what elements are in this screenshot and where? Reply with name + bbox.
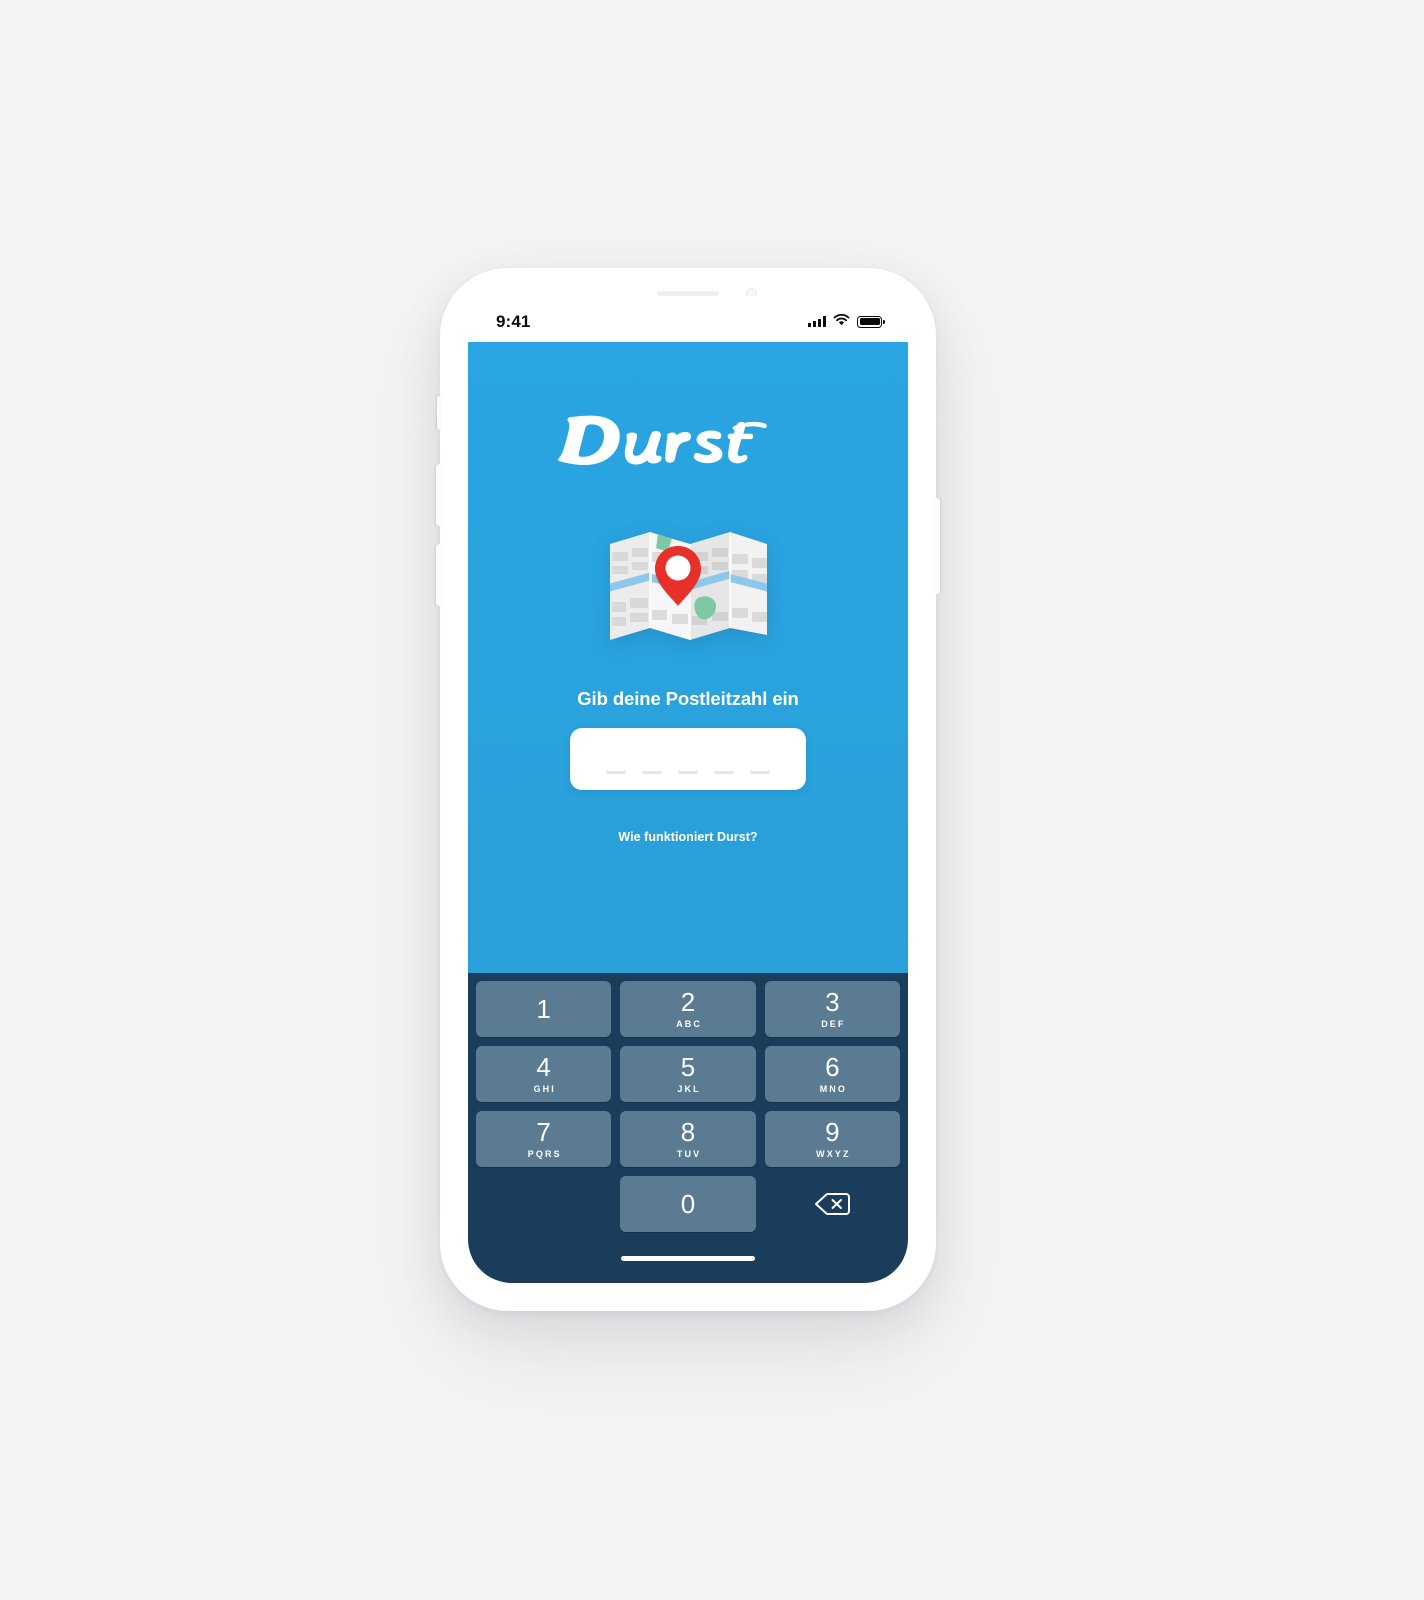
durst-logo: [558, 415, 768, 466]
key-1-digit: 1: [536, 994, 551, 1024]
key-2-letters: ABC: [676, 1019, 702, 1029]
home-indicator-area: [472, 1241, 904, 1275]
key-8-letters: TUV: [676, 1149, 702, 1159]
key-3-letters: DEF: [821, 1019, 846, 1029]
keypad-blank-cell: [476, 1176, 611, 1232]
key-3[interactable]: 3 DEF: [764, 981, 900, 1037]
key-9-letters: WXYZ: [816, 1149, 851, 1159]
key-0-digit: 0: [680, 1189, 696, 1219]
home-indicator[interactable]: [621, 1255, 755, 1261]
zip-slot-1: [606, 771, 626, 774]
key-4-letters: GHI: [533, 1084, 556, 1094]
zip-slot-2: [642, 771, 662, 774]
power-button[interactable]: [935, 498, 940, 594]
key-7[interactable]: 7 PQRS: [476, 1111, 612, 1167]
wifi-icon: [833, 313, 850, 331]
key-7-digit: 7: [536, 1117, 551, 1147]
key-5[interactable]: 5 JKL: [620, 1046, 756, 1102]
volume-down-button[interactable]: [436, 544, 441, 606]
map-location-illustration-icon: [609, 532, 767, 640]
battery-icon: [857, 315, 885, 328]
numeric-keypad: 1 2 ABC 3 DEF 4 GHI 5 JKL 6 MNO 7 PQRS 8…: [468, 973, 908, 1283]
key-1[interactable]: 1: [476, 981, 612, 1037]
key-9[interactable]: 9 WXYZ: [764, 1111, 900, 1167]
key-3-digit: 3: [825, 987, 840, 1017]
keypad-row-1: 1 2 ABC 3 DEF: [472, 981, 904, 1037]
key-6[interactable]: 6 MNO: [764, 1046, 900, 1102]
zip-slot-3: [678, 771, 698, 774]
key-5-letters: JKL: [677, 1084, 701, 1094]
key-0[interactable]: 0: [620, 1176, 756, 1232]
status-bar: 9:41: [468, 296, 908, 342]
zip-slot-5: [750, 771, 770, 774]
key-7-letters: PQRS: [527, 1149, 562, 1159]
silent-switch-button[interactable]: [437, 396, 441, 430]
app-content-area: Gib deine Postleitzahl ein Wie funktioni…: [468, 342, 908, 973]
backspace-delete-icon[interactable]: [765, 1176, 900, 1232]
volume-up-button[interactable]: [436, 464, 441, 526]
key-2-digit: 2: [680, 987, 696, 1017]
zip-prompt-label: Gib deine Postleitzahl ein: [577, 688, 799, 709]
status-bar-icons: [808, 308, 885, 331]
keypad-row-2: 4 GHI 5 JKL 6 MNO: [472, 1046, 904, 1102]
zip-slot-4: [714, 771, 734, 774]
key-2[interactable]: 2 ABC: [620, 981, 756, 1037]
phone-screen: 9:41 Gib deine Postleitzahl ein Wie funk…: [468, 296, 908, 1283]
zip-code-input[interactable]: [570, 728, 806, 790]
key-6-digit: 6: [825, 1052, 840, 1082]
screenshot-canvas: 9:41 Gib deine Postleitzahl ein Wie funk…: [0, 0, 1424, 1600]
key-6-letters: MNO: [819, 1084, 848, 1094]
key-8-digit: 8: [680, 1117, 696, 1147]
status-bar-time: 9:41: [496, 311, 531, 331]
key-4[interactable]: 4 GHI: [476, 1046, 612, 1102]
how-does-durst-work-link[interactable]: Wie funktioniert Durst?: [618, 830, 757, 844]
keypad-row-4: 0: [472, 1176, 904, 1232]
phone-device-frame: 9:41 Gib deine Postleitzahl ein Wie funk…: [436, 268, 940, 1311]
key-9-digit: 9: [825, 1117, 840, 1147]
key-5-digit: 5: [680, 1052, 696, 1082]
key-8[interactable]: 8 TUV: [620, 1111, 756, 1167]
keypad-row-3: 7 PQRS 8 TUV 9 WXYZ: [472, 1111, 904, 1167]
key-4-digit: 4: [536, 1052, 551, 1082]
cellular-signal-icon: [808, 316, 826, 327]
